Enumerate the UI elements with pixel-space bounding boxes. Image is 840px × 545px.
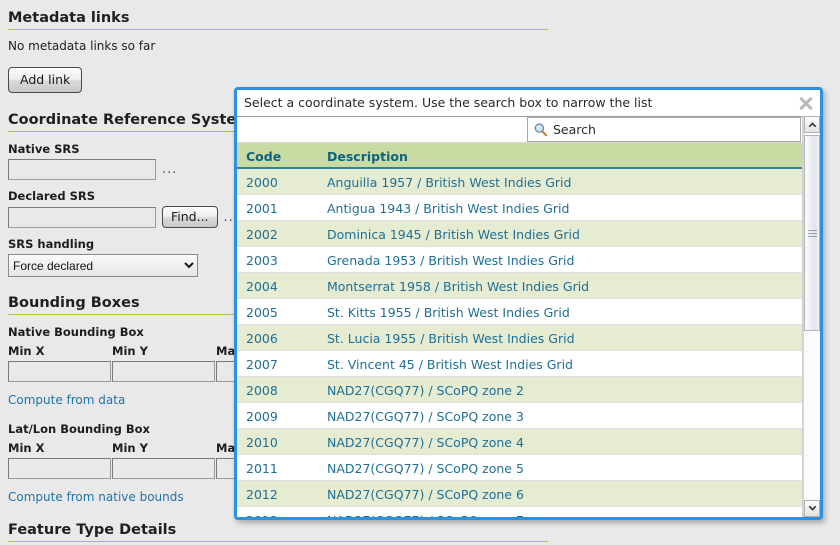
native-bbox-minx-input[interactable] (8, 361, 111, 382)
vertical-scrollbar[interactable] (803, 116, 820, 517)
native-srs-input[interactable] (8, 159, 156, 180)
table-row[interactable]: 2010 NAD27(CGQ77) / SCoPQ zone 4 (237, 429, 802, 455)
table-row[interactable]: 2008 NAD27(CGQ77) / SCoPQ zone 2 (237, 377, 802, 403)
scrollbar-grip-icon (807, 228, 817, 239)
table-row[interactable]: 2000 Anguilla 1957 / British West Indies … (237, 169, 802, 195)
cell-code: 2006 (246, 331, 278, 346)
search-icon (534, 123, 547, 136)
column-header-code[interactable]: Code (246, 149, 281, 164)
cell-code: 2011 (246, 461, 278, 476)
coordinate-system-dialog: Select a coordinate system. Use the sear… (234, 87, 823, 520)
cell-description: St. Vincent 45 / British West Indies Gri… (327, 357, 573, 372)
scrollbar-track[interactable] (804, 133, 820, 500)
chevron-up-icon (808, 122, 816, 128)
table-row[interactable]: 2005 St. Kitts 1955 / British West Indies… (237, 299, 802, 325)
cell-description: NAD27(CGQ77) / SCoPQ zone 6 (327, 487, 524, 502)
cell-code: 2009 (246, 409, 278, 424)
native-bbox-miny-input[interactable] (112, 361, 215, 382)
find-srs-button[interactable]: Find... (162, 206, 218, 228)
cell-code: 2005 (246, 305, 278, 320)
cell-description: Dominica 1945 / British West Indies Grid (327, 227, 580, 242)
cell-description: NAD27(CGQ77) / SCoPQ zone 4 (327, 435, 524, 450)
native-bbox-header-miny: Min Y (112, 344, 148, 358)
table-row[interactable]: 2001 Antigua 1943 / British West Indies G… (237, 195, 802, 221)
table-row[interactable]: 2006 St. Lucia 1955 / British West Indies… (237, 325, 802, 351)
cell-code: 2004 (246, 279, 278, 294)
cell-code: 2000 (246, 175, 278, 190)
latlon-bbox-minx-input[interactable] (8, 458, 111, 479)
scroll-up-button[interactable] (804, 116, 820, 133)
dialog-content: Search Code Description 2000 Anguilla 195… (237, 116, 803, 517)
srs-handling-select[interactable]: Force declared (8, 254, 198, 277)
cell-description: Montserrat 1958 / British West Indies Gr… (327, 279, 590, 294)
table-body[interactable]: 2000 Anguilla 1957 / British West Indies … (237, 169, 802, 517)
table-row[interactable]: 2004 Montserrat 1958 / British West Indie… (237, 273, 802, 299)
cell-description: Anguilla 1957 / British West Indies Grid (327, 175, 572, 190)
cell-description: NAD27(CGQ77) / SCoPQ zone 7 (327, 513, 524, 517)
cell-code: 2002 (246, 227, 278, 242)
metadata-links-heading: Metadata links (8, 10, 548, 30)
compute-from-data-link[interactable]: Compute from data (8, 393, 125, 407)
cell-code: 2010 (246, 435, 278, 450)
scrollbar-thumb[interactable] (804, 135, 820, 331)
metadata-empty-text: No metadata links so far (8, 39, 156, 53)
table-header-row: Code Description (237, 143, 802, 169)
scroll-down-button[interactable] (804, 500, 820, 517)
native-srs-ellipsis: ... (162, 162, 178, 177)
compute-from-native-bounds-link[interactable]: Compute from native bounds (8, 490, 184, 504)
chevron-down-icon (808, 505, 816, 511)
search-input-wrapper[interactable]: Search (527, 117, 801, 142)
dialog-body: Search Code Description 2000 Anguilla 195… (237, 115, 820, 517)
cell-code: 2001 (246, 201, 278, 216)
search-bar: Search (237, 116, 802, 143)
close-icon[interactable] (796, 93, 816, 113)
table-row[interactable]: 2012 NAD27(CGQ77) / SCoPQ zone 6 (237, 481, 802, 507)
search-placeholder-text: Search (553, 122, 596, 137)
native-bbox-header-minx: Min X (8, 344, 45, 358)
latlon-bbox-header-miny: Min Y (112, 441, 148, 455)
declared-srs-input[interactable] (8, 206, 156, 228)
table-row[interactable]: 2003 Grenada 1953 / British West Indies G… (237, 247, 802, 273)
cell-description: St. Kitts 1955 / British West Indies Gri… (327, 305, 570, 320)
feature-type-details-heading: Feature Type Details (8, 522, 548, 542)
add-link-button[interactable]: Add link (8, 67, 83, 93)
cell-description: NAD27(CGQ77) / SCoPQ zone 2 (327, 383, 524, 398)
cell-code: 2003 (246, 253, 278, 268)
cell-code: 2012 (246, 487, 278, 502)
latlon-bbox-miny-input[interactable] (112, 458, 215, 479)
table-row[interactable]: 2009 NAD27(CGQ77) / SCoPQ zone 3 (237, 403, 802, 429)
latlon-bbox-header-minx: Min X (8, 441, 45, 455)
table-row[interactable]: 2002 Dominica 1945 / British West Indies … (237, 221, 802, 247)
dialog-titlebar: Select a coordinate system. Use the sear… (237, 90, 820, 115)
cell-description: St. Lucia 1955 / British West Indies Gri… (327, 331, 575, 346)
screen-root: Metadata links No metadata links so far … (0, 0, 840, 545)
column-header-description[interactable]: Description (327, 149, 408, 164)
cell-description: NAD27(CGQ77) / SCoPQ zone 5 (327, 461, 524, 476)
cell-description: Grenada 1953 / British West Indies Grid (327, 253, 575, 268)
cell-description: NAD27(CGQ77) / SCoPQ zone 3 (327, 409, 524, 424)
dialog-title: Select a coordinate system. Use the sear… (244, 95, 653, 110)
cell-description: Antigua 1943 / British West Indies Grid (327, 201, 570, 216)
table-row[interactable]: 2007 St. Vincent 45 / British West Indies… (237, 351, 802, 377)
cell-code: 2007 (246, 357, 278, 372)
cell-code: 2008 (246, 383, 278, 398)
table-row[interactable]: 2013 NAD27(CGQ77) / SCoPQ zone 7 (237, 507, 802, 517)
table-row[interactable]: 2011 NAD27(CGQ77) / SCoPQ zone 5 (237, 455, 802, 481)
cell-code: 2013 (246, 513, 278, 517)
